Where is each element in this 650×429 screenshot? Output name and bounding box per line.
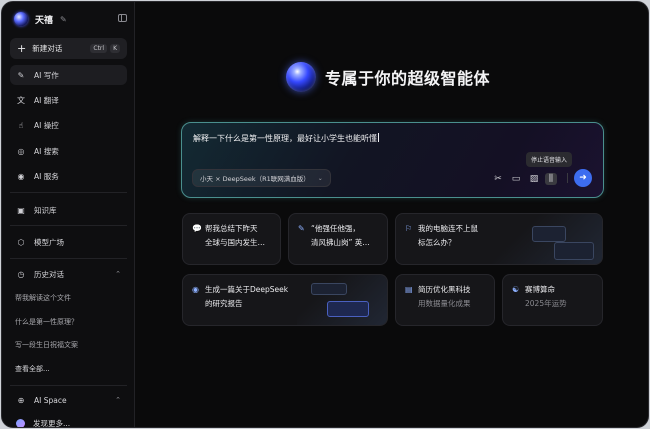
card-subtitle: 2025年运势 xyxy=(525,299,567,308)
quote-icon: ✎ xyxy=(298,224,305,233)
prompt-input[interactable]: 解释一下什么是第一性原理，最好让小学生也能听懂 xyxy=(193,133,379,144)
suggestion-card[interactable]: 💬 帮我总结下昨天 全球与国内发生… xyxy=(182,213,281,265)
sidebar-item-ai-space[interactable]: ⊕ AI Space ⌃ xyxy=(10,390,127,410)
illustration-shape xyxy=(532,226,566,242)
send-button[interactable]: ➜ xyxy=(574,169,592,187)
shortcut-ctrl: Ctrl xyxy=(90,44,108,53)
divider xyxy=(10,225,127,226)
illustration-shape xyxy=(327,301,369,317)
sidebar-item-label: 模型广场 xyxy=(34,237,64,247)
sidebar-item-ai-control[interactable]: ☝ AI 操控 xyxy=(10,115,127,135)
sidebar-item-ai-writing[interactable]: ✎ AI 写作 xyxy=(10,65,127,85)
card-subtitle: 用数据量化成果 xyxy=(418,299,471,308)
suggestion-card[interactable]: ⚐ 我的电脑连不上鼠 标怎么办？ xyxy=(395,213,603,265)
image-icon[interactable]: ▨ xyxy=(528,173,540,185)
card-title: “他强任他强， xyxy=(311,224,360,233)
suggestion-card[interactable]: ✎ “他强任他强， 清风拂山岗” 英… xyxy=(288,213,388,265)
edit-icon[interactable]: ✎ xyxy=(60,15,67,24)
chevron-up-icon[interactable]: ⌃ xyxy=(115,396,121,404)
plus-icon: + xyxy=(17,42,27,55)
sidebar-item-ai-translate[interactable]: 文 AI 翻译 xyxy=(10,90,127,110)
card-illustration xyxy=(297,275,387,325)
model-select[interactable]: 小天 × DeepSeek（R1联网满血版） ⌄ xyxy=(192,169,331,187)
scissors-icon[interactable]: ✂ xyxy=(492,173,504,185)
pen-icon: ✎ xyxy=(17,70,25,80)
card-title: 简历优化黑科技 xyxy=(418,285,471,294)
cube-icon: ⬡ xyxy=(17,237,25,247)
brand-name: 天禧 xyxy=(35,15,54,26)
sidebar-item-models[interactable]: ⬡ 模型广场 xyxy=(10,232,127,252)
card-title-2: 清风拂山岗” 英… xyxy=(311,238,370,247)
divider xyxy=(10,192,127,193)
voice-input-icon[interactable]: ⫼ xyxy=(545,173,557,185)
illustration-shape xyxy=(311,283,347,295)
sidebar-item-ai-search[interactable]: ◎ AI 搜索 xyxy=(10,141,127,161)
sidebar-item-ai-service[interactable]: ◉ AI 服务 xyxy=(10,166,127,186)
brand: 天禧 ✎ xyxy=(14,12,67,26)
sidebar-item-label: AI 写作 xyxy=(34,70,59,80)
search-icon: ◎ xyxy=(17,146,25,156)
divider xyxy=(10,385,127,386)
see-all-link[interactable]: 查看全部... xyxy=(15,364,50,374)
discover-label: 发现更多... xyxy=(33,418,71,428)
app-window: 天禧 ✎ + 新建对话 Ctrl K ✎ AI 写作 文 AI 翻译 ☝ AI … xyxy=(1,1,649,428)
suggestion-card[interactable]: ▤ 简历优化黑科技 用数据量化成果 xyxy=(395,274,495,326)
globe-icon: ⊕ xyxy=(17,395,25,405)
translate-icon: 文 xyxy=(17,95,25,105)
shortcut-hint: Ctrl K xyxy=(87,44,120,53)
sidebar-item-label: AI 操控 xyxy=(34,120,59,130)
hero: 专属于你的超级智能体 xyxy=(286,62,490,92)
history-item[interactable]: 帮我解读这个文件 xyxy=(15,293,71,303)
card-illustration xyxy=(492,214,602,264)
collapse-sidebar-icon[interactable] xyxy=(118,14,127,22)
history-item[interactable]: 什么是第一性原理？ xyxy=(15,317,78,327)
illustration-shape xyxy=(554,242,594,260)
control-icon: ☝ xyxy=(18,120,24,130)
sidebar-item-label: 知识库 xyxy=(34,205,57,215)
chat-icon: 💬 xyxy=(192,224,202,233)
voice-tooltip: 停止语音输入 xyxy=(526,152,573,167)
sidebar-item-label: 历史对话 xyxy=(34,269,64,279)
text-caret xyxy=(378,133,379,142)
arrow-right-icon: ➜ xyxy=(579,173,587,183)
chevron-down-icon: ⌄ xyxy=(317,174,323,182)
service-icon: ◉ xyxy=(17,171,25,181)
assistant-orb-icon xyxy=(286,62,316,92)
logo-icon xyxy=(14,12,28,26)
new-chat-label: 新建对话 xyxy=(32,44,63,53)
book-icon: ▣ xyxy=(17,205,25,215)
resume-icon: ▤ xyxy=(405,285,413,294)
avatar xyxy=(16,418,25,427)
folder-icon[interactable]: ▭ xyxy=(510,173,522,185)
sidebar-item-label: AI 服务 xyxy=(34,171,59,181)
divider xyxy=(567,173,568,183)
card-title: 赛博算命 xyxy=(525,285,555,294)
suggestion-card[interactable]: ◉ 生成一篇关于DeepSeek 的研究报告 xyxy=(182,274,388,326)
model-label: 小天 × DeepSeek（R1联网满血版） xyxy=(200,175,310,183)
prompt-text: 解释一下什么是第一性原理，最好让小学生也能听懂 xyxy=(193,134,377,143)
shortcut-key: K xyxy=(110,44,120,53)
card-title: 帮我总结下昨天 xyxy=(205,224,258,233)
new-chat-button[interactable]: + 新建对话 Ctrl K xyxy=(10,38,127,59)
sidebar-item-knowledge[interactable]: ▣ 知识库 xyxy=(10,200,127,220)
sidebar-item-label: AI 翻译 xyxy=(34,95,59,105)
help-icon: ⚐ xyxy=(405,224,413,233)
sidebar-item-history[interactable]: ◷ 历史对话 ⌃ xyxy=(10,264,127,284)
sidebar-item-label: AI Space xyxy=(34,395,67,405)
suggestion-card[interactable]: ☯ 赛博算命 2025年运势 xyxy=(502,274,603,326)
divider xyxy=(10,258,127,259)
discover-more-link[interactable]: 发现更多... xyxy=(10,413,127,428)
sidebar-item-label: AI 搜索 xyxy=(34,146,59,156)
history-item[interactable]: 写一段生日祝福文案 xyxy=(15,340,78,350)
sidebar: 天禧 ✎ + 新建对话 Ctrl K ✎ AI 写作 文 AI 翻译 ☝ AI … xyxy=(2,2,135,427)
doc-icon: ◉ xyxy=(192,285,199,294)
fortune-icon: ☯ xyxy=(512,285,520,294)
chevron-up-icon[interactable]: ⌃ xyxy=(115,270,121,278)
clock-icon: ◷ xyxy=(17,269,25,279)
card-title-2: 全球与国内发生… xyxy=(205,238,265,247)
main-area: 专属于你的超级智能体 解释一下什么是第一性原理，最好让小学生也能听懂 小天 × … xyxy=(136,2,648,427)
hero-title: 专属于你的超级智能体 xyxy=(325,69,491,88)
